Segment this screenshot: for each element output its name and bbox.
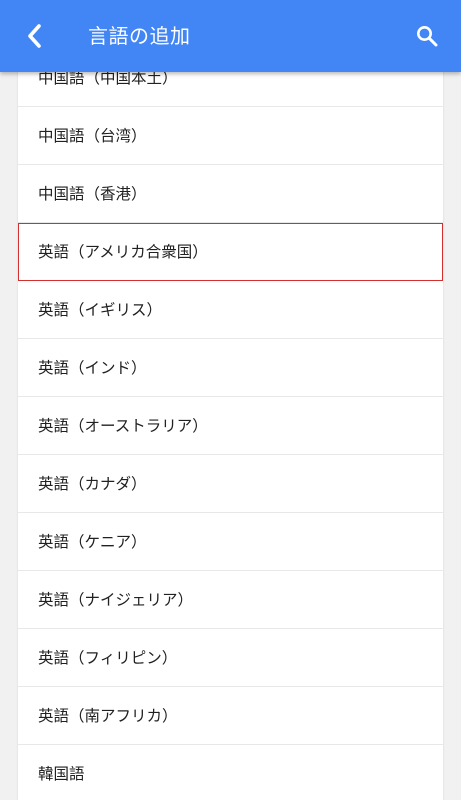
language-label: 韓国語 xyxy=(38,765,85,783)
language-item-en-au[interactable]: 英語（オーストラリア） xyxy=(18,397,443,455)
language-item-en-ph[interactable]: 英語（フィリピン） xyxy=(18,629,443,687)
language-label: 英語（イギリス） xyxy=(38,301,163,319)
language-item-zh-tw[interactable]: 中国語（台湾） xyxy=(18,107,443,165)
language-item-en-ca[interactable]: 英語（カナダ） xyxy=(18,455,443,513)
language-item-en-ng[interactable]: 英語（ナイジェリア） xyxy=(18,571,443,629)
language-label: 英語（オーストラリア） xyxy=(38,417,208,435)
app-root: 中国語（中国本土） 中国語（台湾） 中国語（香港） 英語（アメリカ合衆国） 英語… xyxy=(0,0,461,800)
language-label: 英語（カナダ） xyxy=(38,475,147,493)
app-bar: 言語の追加 xyxy=(0,0,461,72)
search-icon xyxy=(417,26,438,47)
language-item-en-us[interactable]: 英語（アメリカ合衆国） xyxy=(18,223,443,281)
language-item-en-ke[interactable]: 英語（ケニア） xyxy=(18,513,443,571)
language-label: 中国語（香港） xyxy=(38,185,147,203)
language-item-ko[interactable]: 韓国語 xyxy=(18,745,443,800)
language-item-zh-hk[interactable]: 中国語（香港） xyxy=(18,165,443,223)
back-button[interactable] xyxy=(18,20,50,52)
language-label: 英語（フィリピン） xyxy=(38,649,178,667)
language-item-en-in[interactable]: 英語（インド） xyxy=(18,339,443,397)
language-label: 英語（アメリカ合衆国） xyxy=(38,243,208,261)
language-label: 英語（ケニア） xyxy=(38,533,147,551)
language-label: 英語（インド） xyxy=(38,359,147,377)
page-title: 言語の追加 xyxy=(88,24,191,48)
search-button[interactable] xyxy=(411,20,443,52)
language-list: 中国語（中国本土） 中国語（台湾） 中国語（香港） 英語（アメリカ合衆国） 英語… xyxy=(18,49,443,800)
chevron-left-icon xyxy=(28,24,41,48)
language-label: 英語（ナイジェリア） xyxy=(38,591,194,609)
language-label: 英語（南アフリカ） xyxy=(38,707,178,725)
language-item-en-gb[interactable]: 英語（イギリス） xyxy=(18,281,443,339)
language-item-en-za[interactable]: 英語（南アフリカ） xyxy=(18,687,443,745)
language-label: 中国語（台湾） xyxy=(38,127,147,145)
